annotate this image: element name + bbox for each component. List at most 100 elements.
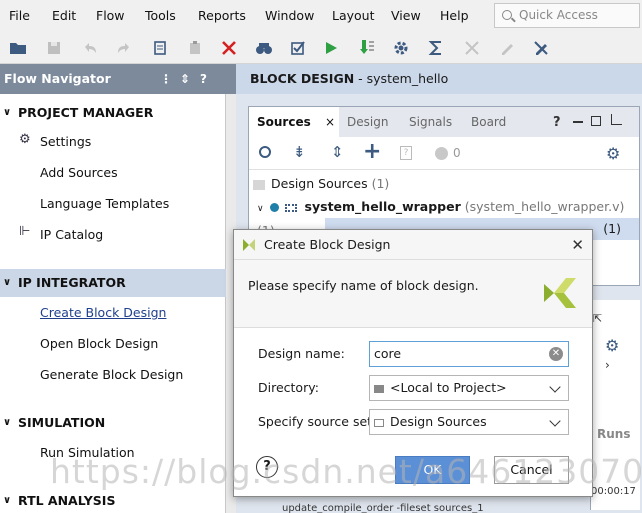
menu-flow[interactable]: Flow bbox=[96, 8, 125, 23]
help-icon[interactable]: ? bbox=[553, 115, 561, 130]
folder-icon bbox=[374, 384, 384, 393]
source-set-value: Design Sources bbox=[390, 414, 487, 429]
help-icon[interactable]: ? bbox=[200, 64, 207, 94]
quick-access-placeholder: Quick Access bbox=[519, 8, 598, 22]
tab-runs[interactable]: Runs bbox=[597, 427, 630, 441]
search-icon bbox=[502, 10, 512, 20]
close-icon[interactable]: ✕ bbox=[571, 230, 584, 260]
minimize-icon[interactable] bbox=[573, 121, 583, 123]
chevron-down-icon: ∨ bbox=[3, 495, 12, 506]
report-button[interactable] bbox=[426, 38, 446, 58]
clipboard-icon bbox=[190, 41, 200, 54]
source-set-select[interactable]: Design Sources bbox=[369, 409, 569, 435]
menu-tools[interactable]: Tools bbox=[145, 8, 176, 23]
chevron-down-icon: ∨ bbox=[3, 277, 12, 288]
section-project-manager[interactable]: ∨ PROJECT MANAGER bbox=[0, 99, 226, 127]
sources-tab-bar: Sources × Design Signals Board ? bbox=[249, 107, 639, 137]
dialog-title-bar: Create Block Design ✕ bbox=[234, 230, 592, 260]
float-icon[interactable] bbox=[611, 114, 622, 125]
save-button[interactable] bbox=[44, 38, 64, 58]
main-toolbar bbox=[0, 32, 642, 64]
gear-icon[interactable]: ⚙ bbox=[606, 144, 620, 163]
open-project-button[interactable] bbox=[8, 38, 28, 58]
module-dot-icon bbox=[269, 203, 279, 212]
tab-sources[interactable]: Sources × bbox=[249, 107, 339, 137]
menu-window[interactable]: Window bbox=[265, 8, 314, 23]
block-design-name: - system_hello bbox=[354, 71, 449, 86]
collapse-all-icon[interactable]: ⋮ bbox=[160, 64, 172, 94]
find-button[interactable] bbox=[254, 38, 274, 58]
search-icon[interactable] bbox=[259, 146, 271, 158]
menu-reports[interactable]: Reports bbox=[198, 8, 246, 23]
float-icon[interactable]: ⇱ bbox=[593, 312, 602, 325]
nav-create-block-design[interactable]: Create Block Design bbox=[40, 305, 166, 320]
tab-board[interactable]: Board bbox=[463, 107, 514, 137]
gear-icon: ⚙ bbox=[19, 132, 31, 147]
nav-ip-catalog[interactable]: IP Catalog bbox=[40, 227, 103, 242]
validate-button[interactable] bbox=[288, 38, 308, 58]
paste-button[interactable] bbox=[185, 38, 205, 58]
pencil-icon bbox=[502, 44, 513, 55]
maximize-icon[interactable] bbox=[591, 116, 601, 126]
status-dot-icon bbox=[435, 147, 448, 160]
settings-button[interactable] bbox=[391, 38, 411, 58]
folder-icon bbox=[10, 43, 26, 54]
close-design-button[interactable] bbox=[531, 38, 551, 58]
expand-all-icon[interactable]: ⇕ bbox=[331, 143, 344, 161]
nav-language-templates[interactable]: Language Templates bbox=[40, 196, 169, 211]
delete-button[interactable] bbox=[219, 38, 239, 58]
dialog-prompt: Please specify name of block design. bbox=[248, 278, 479, 293]
menu-view[interactable]: View bbox=[391, 8, 421, 23]
count-badge: 0 bbox=[453, 146, 461, 160]
nav-open-block-design[interactable]: Open Block Design bbox=[40, 336, 158, 351]
tool-slash-icon bbox=[534, 41, 548, 55]
section-ip-integrator[interactable]: ∨ IP INTEGRATOR bbox=[0, 269, 226, 297]
nav-add-sources[interactable]: Add Sources bbox=[40, 165, 118, 180]
nav-settings[interactable]: Settings bbox=[40, 134, 91, 149]
vivado-logo-icon bbox=[544, 278, 576, 308]
menu-edit[interactable]: Edit bbox=[52, 8, 76, 23]
design-name-input[interactable]: core ✕ bbox=[369, 341, 569, 367]
sigma-icon bbox=[428, 41, 441, 55]
nav-generate-block-design[interactable]: Generate Block Design bbox=[40, 367, 183, 382]
cross-probe-button[interactable] bbox=[462, 38, 482, 58]
chevron-right-icon[interactable]: › bbox=[605, 358, 610, 372]
directory-label: Directory: bbox=[258, 380, 319, 395]
chevron-down-icon: ∨ bbox=[3, 417, 12, 428]
gear-icon[interactable]: ⚙ bbox=[605, 336, 619, 355]
design-name-label: Design name: bbox=[258, 346, 345, 361]
quick-access-input[interactable]: Quick Access bbox=[494, 3, 640, 28]
source-set-label: Specify source set: bbox=[258, 414, 377, 429]
sources-toolbar: ⇟ ⇕ + ? 0 ⚙ bbox=[249, 138, 639, 170]
program-device-button[interactable] bbox=[357, 38, 377, 58]
properties-icon[interactable]: ? bbox=[400, 146, 412, 160]
red-x-icon bbox=[222, 41, 236, 55]
dialog-banner bbox=[234, 260, 592, 328]
tab-signals[interactable]: Signals bbox=[401, 107, 460, 137]
expand-all-icon[interactable]: ⇕ bbox=[180, 64, 190, 94]
chevron-down-icon: ∨ bbox=[3, 107, 12, 118]
section-simulation[interactable]: ∨ SIMULATION bbox=[0, 409, 226, 437]
document-icon bbox=[154, 41, 166, 55]
menu-file[interactable]: File bbox=[9, 8, 30, 23]
binoculars-icon bbox=[256, 43, 272, 54]
redo-button[interactable] bbox=[114, 38, 134, 58]
copy-button[interactable] bbox=[150, 38, 170, 58]
play-icon bbox=[326, 42, 337, 54]
add-icon[interactable]: + bbox=[363, 139, 381, 164]
gear-icon bbox=[394, 41, 408, 55]
design-sources-row[interactable]: Design Sources (1) bbox=[249, 173, 639, 195]
menu-help[interactable]: Help bbox=[440, 8, 469, 23]
directory-select[interactable]: <Local to Project> bbox=[369, 375, 569, 401]
wrapper-row[interactable]: ∨ system_hello_wrapper (system_hello_wra… bbox=[249, 196, 639, 238]
close-icon[interactable]: × bbox=[325, 107, 335, 137]
clear-icon[interactable]: ✕ bbox=[549, 347, 563, 361]
tab-design[interactable]: Design bbox=[339, 107, 396, 137]
undo-button[interactable] bbox=[80, 38, 100, 58]
pencil-button[interactable] bbox=[497, 38, 517, 58]
collapse-all-icon[interactable]: ⇟ bbox=[293, 143, 306, 161]
run-button[interactable] bbox=[321, 38, 341, 58]
menu-layout[interactable]: Layout bbox=[332, 8, 375, 23]
chevron-down-icon bbox=[549, 415, 561, 427]
dialog-title: Create Block Design bbox=[264, 237, 391, 252]
